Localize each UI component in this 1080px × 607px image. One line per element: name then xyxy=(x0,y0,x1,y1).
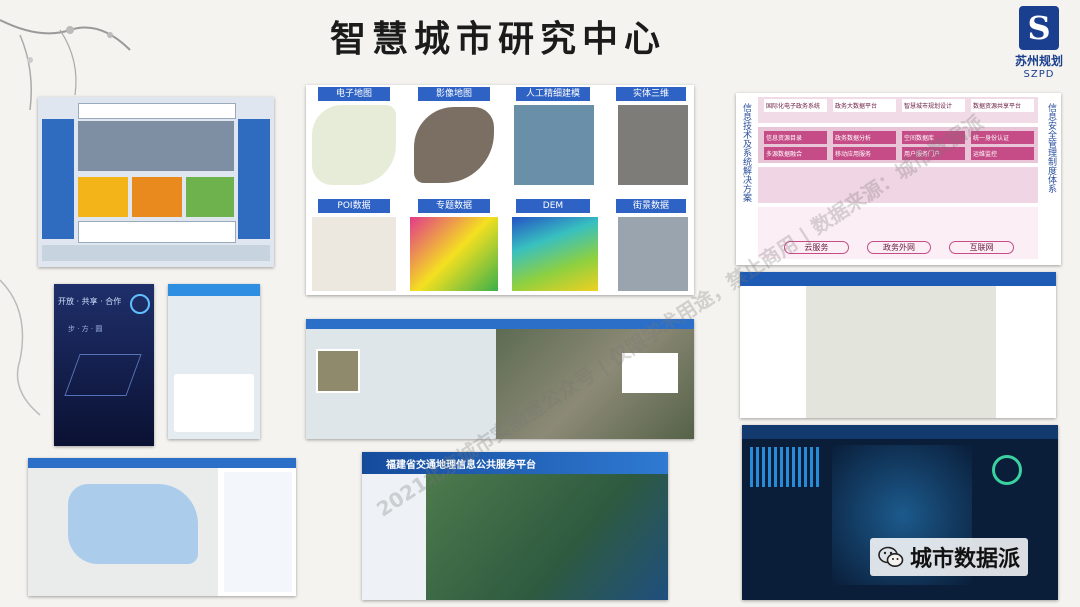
tile-label: 人工精细建模 xyxy=(516,87,590,101)
bottom-item: 政务外网 xyxy=(866,241,932,254)
dashboard-bar-chart xyxy=(750,447,820,487)
arch-left-column xyxy=(42,119,74,239)
row-item: 政务大数据平台 xyxy=(833,99,896,112)
diagram-bottom-row: 云服务 政务外网 互联网 xyxy=(784,241,1015,254)
phone-app-screenshot: 开放 · 共享 · 合作 步 · 方 · 圆 xyxy=(54,284,154,446)
tile-label: 影像地图 xyxy=(418,87,490,101)
gis-platform-header xyxy=(740,272,1056,286)
arch-top-row xyxy=(78,103,236,119)
left-vertical-label: 信息技术及系统解决方案 xyxy=(741,103,751,202)
logo-mark-icon: S xyxy=(1019,6,1059,50)
fujian-map xyxy=(426,474,668,600)
szpd-logo: S 苏州规划 SZPD xyxy=(1010,6,1068,80)
badge-label: 城市数据派 xyxy=(910,547,1021,572)
mobile-map-screenshot xyxy=(168,284,260,439)
arch-footer xyxy=(42,245,270,261)
gis-platform-sidebar xyxy=(740,286,806,418)
phone-subtitle: 步 · 方 · 圆 xyxy=(68,325,103,333)
ink-branch-decoration-lower xyxy=(0,279,41,416)
planning-list-panel xyxy=(224,472,292,592)
diagram-row-1: 国际化电子政务系统 政务大数据平台 智慧城市规划设计 数据资源共享平台 xyxy=(764,99,1034,112)
fine-model-image xyxy=(514,105,594,185)
arch-bottom-row xyxy=(78,221,236,243)
wechat-badge: 城市数据派 xyxy=(870,538,1029,576)
row-item: 运维监控 xyxy=(971,147,1034,160)
tile-label: 实体三维 xyxy=(616,87,686,101)
gis-platform-screenshot xyxy=(740,272,1056,418)
poi-data-image xyxy=(312,217,396,291)
logo-english-name: SZPD xyxy=(1023,69,1055,80)
dashboard-gauge-icon xyxy=(992,455,1022,485)
map-tiles-panel: 电子地图 影像地图 人工精细建模 实体三维 POI数据 专题数据 DEM 街景数… xyxy=(306,85,694,295)
diagram-row-2: 信息资源目录 政务数据分析 空间数据库 统一身份认证 xyxy=(764,131,1034,144)
right-vertical-label: 信息安全管理制度体系 xyxy=(1046,103,1056,193)
phone-logo-icon xyxy=(130,294,150,314)
arch-right-column xyxy=(238,119,270,239)
arch-yellow-block xyxy=(78,177,128,217)
arch-orange-block xyxy=(132,177,182,217)
mobile-map-header xyxy=(168,284,260,296)
tile-label: 电子地图 xyxy=(318,87,390,101)
electronic-map-image xyxy=(312,105,396,185)
mobile-popup-card xyxy=(174,374,254,432)
wechat-icon xyxy=(878,546,904,567)
tile-label: 专题数据 xyxy=(418,199,490,213)
page-title: 智慧城市研究中心 xyxy=(330,18,667,60)
arch-core-block xyxy=(78,121,234,171)
row-item: 多源数据融合 xyxy=(764,147,827,160)
web-gis-photo-popup xyxy=(316,349,360,393)
tile-label: POI数据 xyxy=(318,199,390,213)
phone-grid-graphic xyxy=(64,354,142,396)
phone-tagline: 开放 · 共享 · 合作 xyxy=(58,297,122,306)
entity-3d-image xyxy=(618,105,688,185)
tile-label: 街景数据 xyxy=(616,199,686,213)
logo-chinese-name: 苏州规划 xyxy=(1014,54,1063,68)
row-item: 智慧城市规划设计 xyxy=(902,99,965,112)
row-item: 国际化电子政务系统 xyxy=(764,99,827,112)
bottom-item: 互联网 xyxy=(949,241,1015,254)
imagery-map-image xyxy=(414,107,494,183)
architecture-diagram-panel xyxy=(38,97,274,267)
planning-district-shape xyxy=(68,484,198,564)
gis-platform-right-panel xyxy=(996,286,1056,418)
tile-label: DEM xyxy=(516,199,590,213)
planning-map-header xyxy=(28,458,296,468)
row-item: 移动应用服务 xyxy=(833,147,896,160)
arch-green-block xyxy=(186,177,234,217)
planning-map-screenshot xyxy=(28,458,296,596)
gis-platform-map xyxy=(806,286,996,418)
dem-image xyxy=(512,217,598,291)
row-item: 数据资源共享平台 xyxy=(971,99,1034,112)
street-view-image xyxy=(618,217,688,291)
dashboard-header xyxy=(742,425,1058,439)
thematic-data-image xyxy=(410,217,498,291)
row-item: 政务数据分析 xyxy=(833,131,896,144)
row-item: 信息资源目录 xyxy=(764,131,827,144)
